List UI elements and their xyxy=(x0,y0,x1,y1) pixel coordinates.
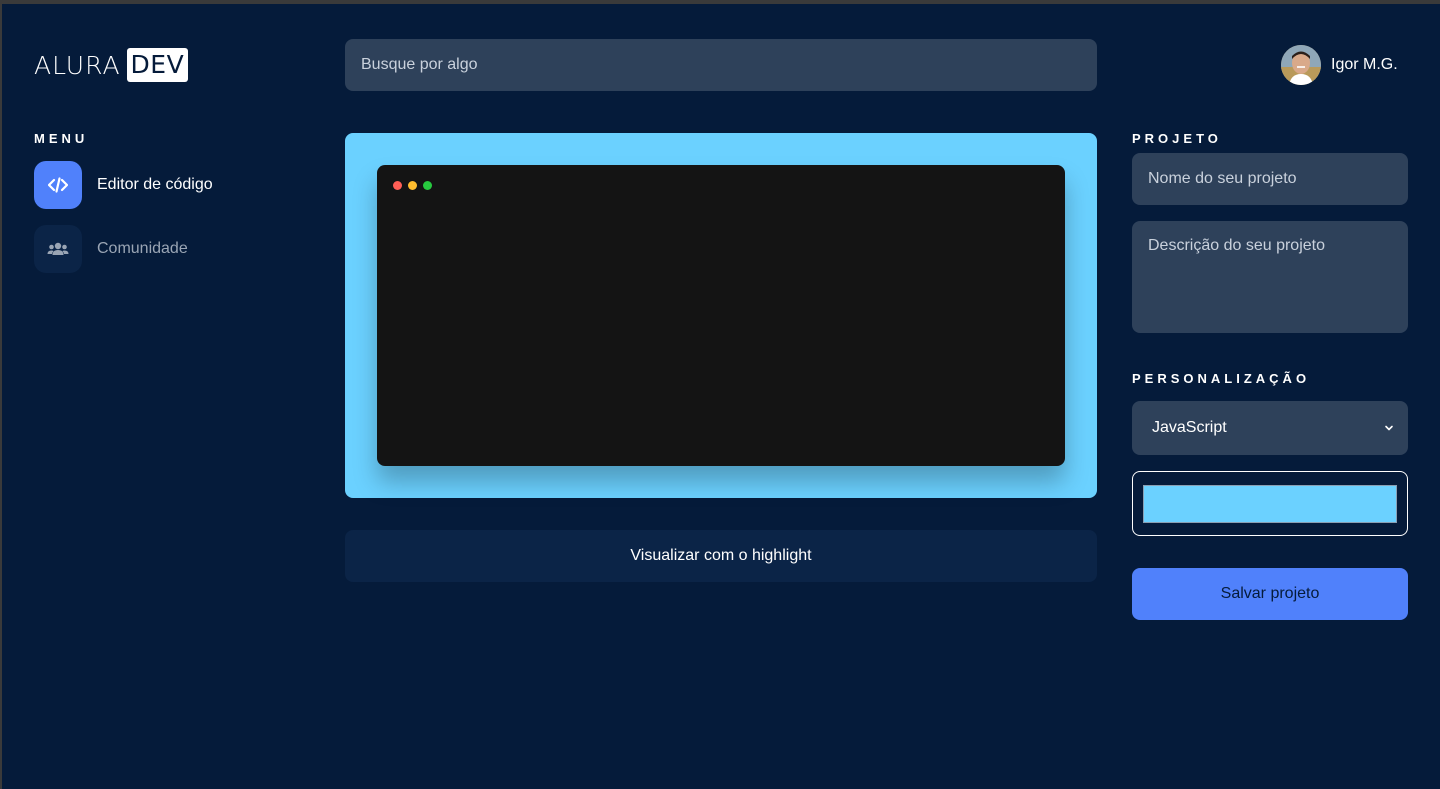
code-editor-frame xyxy=(345,133,1097,498)
sidebar-item-community[interactable]: Comunidade xyxy=(34,225,188,273)
maximize-dot-icon xyxy=(423,181,432,190)
color-picker[interactable] xyxy=(1132,471,1408,536)
avatar[interactable] xyxy=(1281,45,1321,85)
save-project-button[interactable]: Salvar projeto xyxy=(1132,568,1408,620)
project-section-title: PROJETO xyxy=(1132,131,1222,146)
users-icon xyxy=(34,225,82,273)
code-input[interactable] xyxy=(393,205,1049,450)
language-selected-value: JavaScript xyxy=(1152,419,1227,436)
avatar-image xyxy=(1281,45,1321,85)
code-window xyxy=(377,165,1065,466)
window-top-border xyxy=(0,0,1440,4)
user-profile[interactable]: Igor M.G. xyxy=(1281,45,1398,85)
window-dots xyxy=(393,181,438,190)
project-description-field[interactable] xyxy=(1132,221,1408,333)
language-select[interactable]: JavaScript xyxy=(1132,401,1408,455)
logo-brand: ALURA xyxy=(34,50,121,80)
sidebar-item-label: Comunidade xyxy=(97,240,188,257)
customization-section-title: PERSONALIZAÇÃO xyxy=(1132,371,1311,386)
minimize-dot-icon xyxy=(408,181,417,190)
sidebar-item-label: Editor de código xyxy=(97,176,213,193)
code-icon xyxy=(34,161,82,209)
highlight-button[interactable]: Visualizar com o highlight xyxy=(345,530,1097,582)
chevron-down-icon xyxy=(1385,425,1393,431)
logo-tag: DEV xyxy=(126,48,189,82)
sidebar-item-editor[interactable]: Editor de código xyxy=(34,161,213,209)
project-name-field[interactable] xyxy=(1132,153,1408,205)
window-left-border xyxy=(0,4,2,789)
menu-title: MENU xyxy=(34,131,89,146)
search-input[interactable] xyxy=(345,39,1097,91)
user-name: Igor M.G. xyxy=(1331,56,1398,73)
color-swatch[interactable] xyxy=(1143,485,1397,523)
close-dot-icon xyxy=(393,181,402,190)
logo[interactable]: ALURA DEV xyxy=(34,48,189,82)
